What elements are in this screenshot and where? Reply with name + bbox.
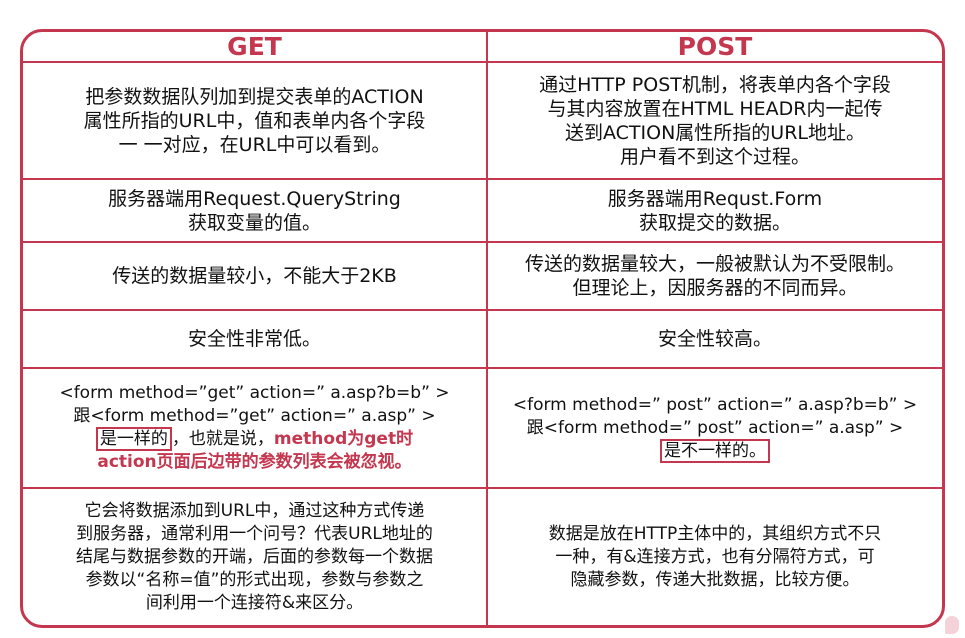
cell-text-line: 获取提交的数据。 bbox=[638, 211, 791, 234]
row-mechanism-get: 把参数数据队列加到提交表单的ACTION 属性所指的URL中，值和表单内各个字段… bbox=[23, 63, 488, 180]
cell-text-line: 参数以“名称=值”的形式出现，参数与参数之 bbox=[85, 569, 424, 590]
corner-logo-icon bbox=[945, 616, 959, 634]
cell-text-line: 但理论上，因服务器的不同而异。 bbox=[572, 277, 858, 299]
form-code-line: <form method=”get” action=” a.asp?b=b” > bbox=[59, 383, 450, 403]
form-note-line: 是一样的 ，也就是说，method为get时 bbox=[95, 427, 414, 451]
cell-text-line: 结尾与数据参数的开端，后面的参数每一个数据 bbox=[76, 546, 433, 567]
emphasis-text: action页面后边带的参数列表会被忽视。 bbox=[97, 452, 412, 472]
row-server-post: 服务器端用Requst.Form 获取提交的数据。 bbox=[488, 180, 942, 243]
cell-text-line: 服务器端用Requst.Form bbox=[607, 187, 823, 210]
cell-text-line: 安全性较高。 bbox=[657, 328, 772, 350]
cell-text-line: 传送的数据量较小，不能大于2KB bbox=[112, 265, 397, 287]
cell-text-line: 它会将数据添加到URL中，通过这种方式传递 bbox=[84, 500, 425, 521]
cell-text-line: 用户看不到这个过程。 bbox=[619, 145, 810, 168]
form-note-text: ，也就是说， bbox=[171, 429, 274, 449]
comparison-table: GET POST 把参数数据队列加到提交表单的ACTION 属性所指的URL中，… bbox=[23, 32, 942, 625]
cell-text-line: 间利用一个连接符&来区分。 bbox=[145, 592, 364, 613]
row-size-get: 传送的数据量较小，不能大于2KB bbox=[23, 243, 488, 311]
row-form-get: <form method=”get” action=” a.asp?b=b” >… bbox=[23, 369, 488, 489]
row-size-post: 传送的数据量较大，一般被默认为不受限制。 但理论上，因服务器的不同而异。 bbox=[488, 243, 942, 311]
header-post: POST bbox=[488, 32, 942, 63]
comparison-table-frame: GET POST 把参数数据队列加到提交表单的ACTION 属性所指的URL中，… bbox=[20, 29, 945, 628]
row-data-post: 数据是放在HTTP主体中的，其组织方式不只 一种，有&连接方式，也有分隔符方式，… bbox=[488, 489, 942, 625]
cell-text-line: 隐藏参数，传递大批数据，比较方便。 bbox=[570, 569, 860, 590]
header-get: GET bbox=[23, 32, 488, 63]
cell-text-line: 送到ACTION属性所指的URL地址。 bbox=[564, 121, 865, 144]
cell-text-line: 传送的数据量较大，一般被默认为不受限制。 bbox=[524, 253, 905, 275]
cell-text-line: 服务器端用Request.QueryString bbox=[108, 187, 401, 210]
emphasis-text: method为get时 bbox=[273, 429, 414, 449]
row-form-post: <form method=” post” action=” a.asp?b=b”… bbox=[488, 369, 942, 489]
cell-text-line: 数据是放在HTTP主体中的，其组织方式不只 bbox=[548, 523, 882, 544]
cell-text-line: 与其内容放置在HTML HEADR内一起传 bbox=[547, 97, 883, 120]
row-server-get: 服务器端用Request.QueryString 获取变量的值。 bbox=[23, 180, 488, 243]
form-code-line: 跟<form method=” post” action=” a.asp” > bbox=[526, 417, 904, 438]
form-code-line: <form method=” post” action=” a.asp?b=b”… bbox=[512, 394, 918, 415]
row-security-post: 安全性较高。 bbox=[488, 311, 942, 369]
form-code-line: 跟<form method=”get” action=” a.asp” > bbox=[73, 406, 436, 426]
cell-text-line: 一种，有&连接方式，也有分隔符方式，可 bbox=[555, 546, 875, 567]
cell-text-line: 获取变量的值。 bbox=[187, 211, 321, 234]
row-mechanism-post: 通过HTTP POST机制，将表单内各个字段 与其内容放置在HTML HEADR… bbox=[488, 63, 942, 180]
highlight-box: 是不一样的。 bbox=[660, 438, 770, 463]
cell-text-line: 一 一对应，在URL中可以看到。 bbox=[118, 133, 391, 156]
row-data-get: 它会将数据添加到URL中，通过这种方式传递 到服务器，通常利用一个问号？代表UR… bbox=[23, 489, 488, 625]
highlight-box: 是一样的 bbox=[95, 427, 172, 451]
cell-text-line: 属性所指的URL中，值和表单内各个字段 bbox=[83, 109, 426, 132]
cell-text-line: 安全性非常低。 bbox=[187, 328, 321, 350]
form-note-line: 是不一样的。 bbox=[660, 438, 770, 463]
cell-text-line: 到服务器，通常利用一个问号？代表URL地址的 bbox=[76, 523, 433, 544]
cell-text-line: 通过HTTP POST机制，将表单内各个字段 bbox=[539, 73, 891, 96]
row-security-get: 安全性非常低。 bbox=[23, 311, 488, 369]
cell-text-line: 把参数数据队列加到提交表单的ACTION bbox=[85, 85, 424, 108]
